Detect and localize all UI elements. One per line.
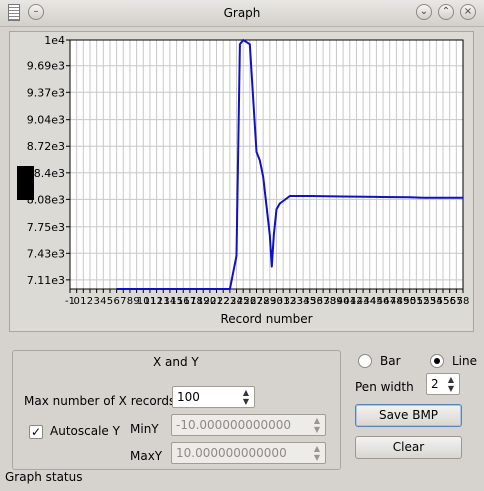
- x-tick-label: 58: [457, 296, 470, 307]
- spin-arrows-icon[interactable]: ▲ ▼: [312, 444, 322, 462]
- checkmark-icon: ✓: [30, 425, 42, 439]
- miny-label: MinY: [130, 422, 159, 436]
- miny-spinbox[interactable]: -10.000000000000 ▲ ▼: [171, 414, 326, 436]
- line-label: Line: [452, 354, 478, 368]
- group-title: X and Y: [153, 355, 199, 369]
- y-tick-label: 8.4e3: [34, 167, 65, 180]
- y-tick-label: 8.72e3: [27, 140, 65, 153]
- maxy-value: 10.000000000000: [176, 446, 287, 460]
- status-bar: Graph status: [5, 470, 83, 484]
- pen-width-value: 2: [431, 377, 439, 391]
- y-tick-label: 9.04e3: [27, 114, 65, 127]
- y-tick-label: 7.11e3: [27, 274, 65, 287]
- max-records-spinbox[interactable]: 100 ▲ ▼: [172, 386, 255, 408]
- pen-width-label: Pen width: [355, 380, 414, 394]
- bar-radio[interactable]: [358, 354, 372, 368]
- maxy-label: MaxY: [130, 449, 163, 463]
- line-chart: -10 1 2 3 4 5 6 7 8 91011121314151617181920212223…: [17, 34, 470, 326]
- chart-panel: -1 0 1 2 3 4 5 6 7 8 9 10 11 12 13 14 15 16 17 18 19 20 21 22 23…: [9, 31, 474, 332]
- x-tick-label: 6: [113, 296, 119, 307]
- title-bar: – Graph ⌄ ⌃ ×: [0, 0, 484, 27]
- y-axis-marker: [17, 166, 34, 200]
- x-tick-label: 7: [120, 296, 126, 307]
- minimize-icon[interactable]: ⌄: [416, 4, 432, 20]
- maxy-spinbox[interactable]: 10.000000000000 ▲ ▼: [171, 442, 326, 464]
- x-tick-label: 0: [73, 296, 79, 307]
- y-tick-label: 1e4: [44, 34, 65, 47]
- x-tick-label: 8: [127, 296, 133, 307]
- maximize-icon[interactable]: ⌃: [438, 4, 454, 20]
- autoscale-label: Autoscale Y: [50, 424, 120, 438]
- spin-arrows-icon[interactable]: ▲ ▼: [312, 416, 322, 434]
- autoscale-checkbox[interactable]: ✓: [29, 425, 43, 439]
- y-tick-label: 7.43e3: [27, 247, 65, 260]
- pen-width-spinbox[interactable]: 2 ▲ ▼: [426, 373, 460, 395]
- x-axis-label: Record number: [220, 312, 312, 326]
- window-title: Graph: [223, 6, 261, 20]
- y-tick-label: 7.75e3: [27, 221, 65, 234]
- spin-arrows-icon[interactable]: ▲ ▼: [446, 375, 456, 393]
- x-tick-label: 4: [100, 296, 106, 307]
- line-radio[interactable]: [430, 354, 444, 368]
- x-tick-label: 3: [93, 296, 99, 307]
- plot-area: [70, 40, 463, 289]
- x-tick-label: 2: [87, 296, 93, 307]
- y-tick-label: 9.69e3: [27, 60, 65, 73]
- miny-value: -10.000000000000: [176, 418, 292, 432]
- clear-button[interactable]: Clear: [355, 436, 462, 459]
- max-records-value: 100: [177, 390, 200, 404]
- x-tick-label: 1: [80, 296, 86, 307]
- max-records-label: Max number of X records: [24, 394, 176, 408]
- close-icon[interactable]: ×: [460, 4, 476, 20]
- bar-label: Bar: [380, 354, 401, 368]
- spin-arrows-icon[interactable]: ▲ ▼: [241, 388, 251, 406]
- save-bmp-button[interactable]: Save BMP: [355, 404, 462, 427]
- y-tick-label: 9.37e3: [27, 86, 65, 99]
- x-tick-label: 5: [107, 296, 113, 307]
